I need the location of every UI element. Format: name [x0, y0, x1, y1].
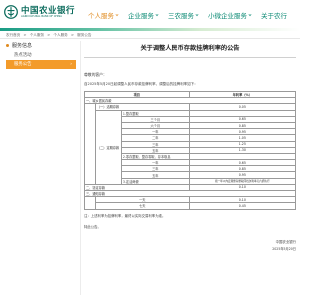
breadcrumb-current: 服务公告 — [77, 33, 92, 37]
article-signature: 中国农业银行 — [275, 239, 296, 244]
bullet-dot-icon — [6, 44, 9, 47]
breadcrumb-home[interactable]: 农行首页 — [6, 33, 20, 37]
chevron-down-icon — [195, 14, 199, 17]
nav-small-business-services[interactable]: 小微企业服务 — [208, 8, 252, 22]
announcement-article: 关于调整人民币存款挂牌利率的公告 尊敬的客户： 自2025年5月20日起调整人民… — [84, 41, 297, 251]
site-header: 中国农业银行 AGRICULTURAL BANK OF CHINA 个人服务 企… — [0, 0, 300, 28]
nav-corporate-services[interactable]: 企业服务 — [128, 8, 159, 22]
chevron-right-icon: › — [70, 62, 72, 67]
article-date: 2025年5月20日 — [272, 246, 296, 251]
nav-rural-services[interactable]: 三农服务 — [168, 8, 199, 22]
breadcrumb-separator: > — [23, 33, 27, 37]
sidebar-item-service-notices[interactable]: 服务公告 › — [6, 60, 76, 69]
header-accent-bar — [0, 28, 300, 31]
article-footnote: 注：上述利率为挂牌利率，最终以实际交易利率为准。 — [84, 213, 166, 218]
article-closing: 特此公告。 — [84, 224, 101, 229]
sidebar-item-hot-activities[interactable]: 热点活动 — [6, 51, 76, 60]
abc-logo-icon — [4, 5, 18, 19]
nav-label: 个人服务 — [88, 12, 114, 20]
sidebar: 服务信息 热点活动 服务公告 › — [6, 41, 76, 69]
deposit-rates-table: 项目 年利率（%） 一、城乡居民存款 （一）活期存款 0.05 （二）定期存款 … — [84, 90, 297, 210]
bank-logo[interactable]: 中国农业银行 AGRICULTURAL BANK OF CHINA — [4, 4, 88, 22]
breadcrumb-separator: > — [47, 33, 51, 37]
chevron-down-icon — [248, 14, 252, 17]
nav-label: 小微企业服务 — [208, 12, 247, 20]
nav-label: 企业服务 — [128, 12, 154, 20]
article-title: 关于调整人民币存款挂牌利率的公告 — [140, 45, 240, 52]
content-divider — [80, 41, 81, 295]
chevron-down-icon — [155, 14, 159, 17]
nav-label: 关于农行 — [261, 12, 287, 20]
bank-name-en: AGRICULTURAL BANK OF CHINA — [21, 15, 62, 18]
sidebar-title: 服务信息 — [6, 41, 76, 51]
nav-label: 三农服务 — [168, 12, 194, 20]
sidebar-item-label: 热点活动 — [14, 53, 32, 58]
indent-cell — [84, 103, 96, 185]
sidebar-item-label: 服务公告 — [14, 62, 32, 67]
breadcrumb-divider — [0, 38, 300, 39]
breadcrumb-personal[interactable]: 个人服务 — [30, 33, 44, 37]
nav-about-abc[interactable]: 关于农行 — [261, 8, 287, 22]
subcategory-cell: （二）定期存款 — [94, 109, 122, 185]
rate-cell: 0.45 — [188, 202, 297, 210]
article-intro: 自2025年5月20日起调整人民币存款挂牌利率，调整后的挂牌利率如下： — [84, 82, 198, 86]
item-name-cell: 七天 — [94, 202, 190, 210]
breadcrumb-separator: > — [70, 33, 74, 37]
table-row: 七天 0.45 — [85, 202, 297, 210]
chevron-down-icon — [115, 14, 119, 17]
title-divider — [84, 57, 296, 58]
nav-personal-services[interactable]: 个人服务 — [88, 8, 119, 22]
article-greeting: 尊敬的客户： — [84, 72, 107, 77]
breadcrumb-personal-sub[interactable]: 个人服务 — [53, 33, 67, 37]
indent-cell — [84, 196, 96, 210]
top-navigation: 个人服务 企业服务 三农服务 小微企业服务 关于农行 — [88, 8, 296, 22]
